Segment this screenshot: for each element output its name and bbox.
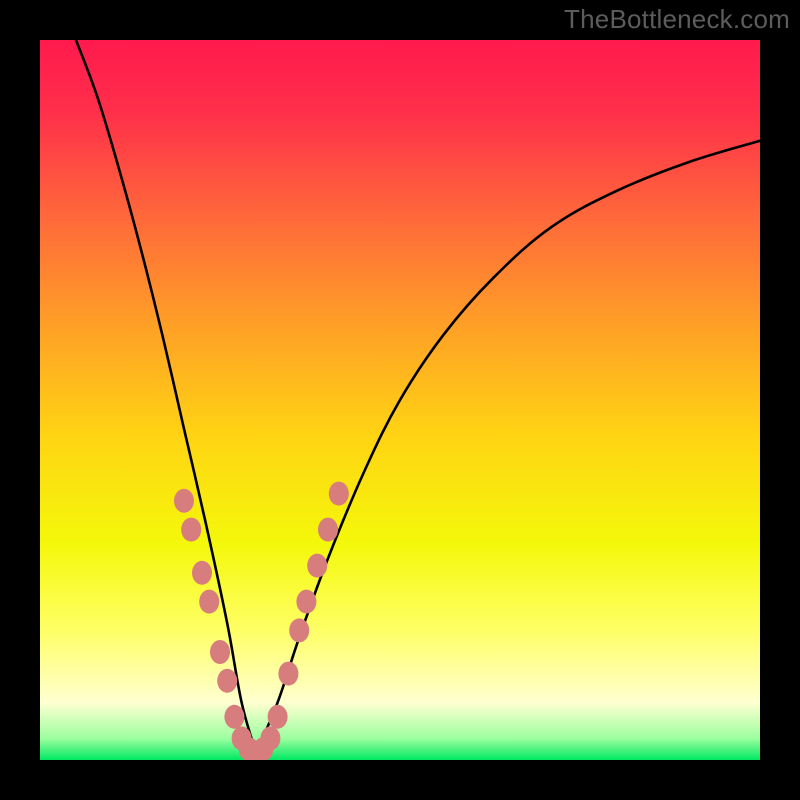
data-marker (174, 489, 194, 513)
data-marker (289, 618, 309, 642)
data-marker (217, 669, 237, 693)
data-marker (224, 705, 244, 729)
plot-area (40, 40, 760, 760)
data-marker (307, 554, 327, 578)
chart-svg (40, 40, 760, 760)
watermark-text: TheBottleneck.com (564, 4, 790, 35)
chart-frame: TheBottleneck.com (0, 0, 800, 800)
data-marker (260, 726, 280, 750)
data-marker (278, 662, 298, 686)
data-marker (268, 705, 288, 729)
data-marker (210, 640, 230, 664)
data-marker (318, 518, 338, 542)
data-marker (296, 590, 316, 614)
data-marker (199, 590, 219, 614)
data-marker (329, 482, 349, 506)
data-marker (192, 561, 212, 585)
data-marker (181, 518, 201, 542)
